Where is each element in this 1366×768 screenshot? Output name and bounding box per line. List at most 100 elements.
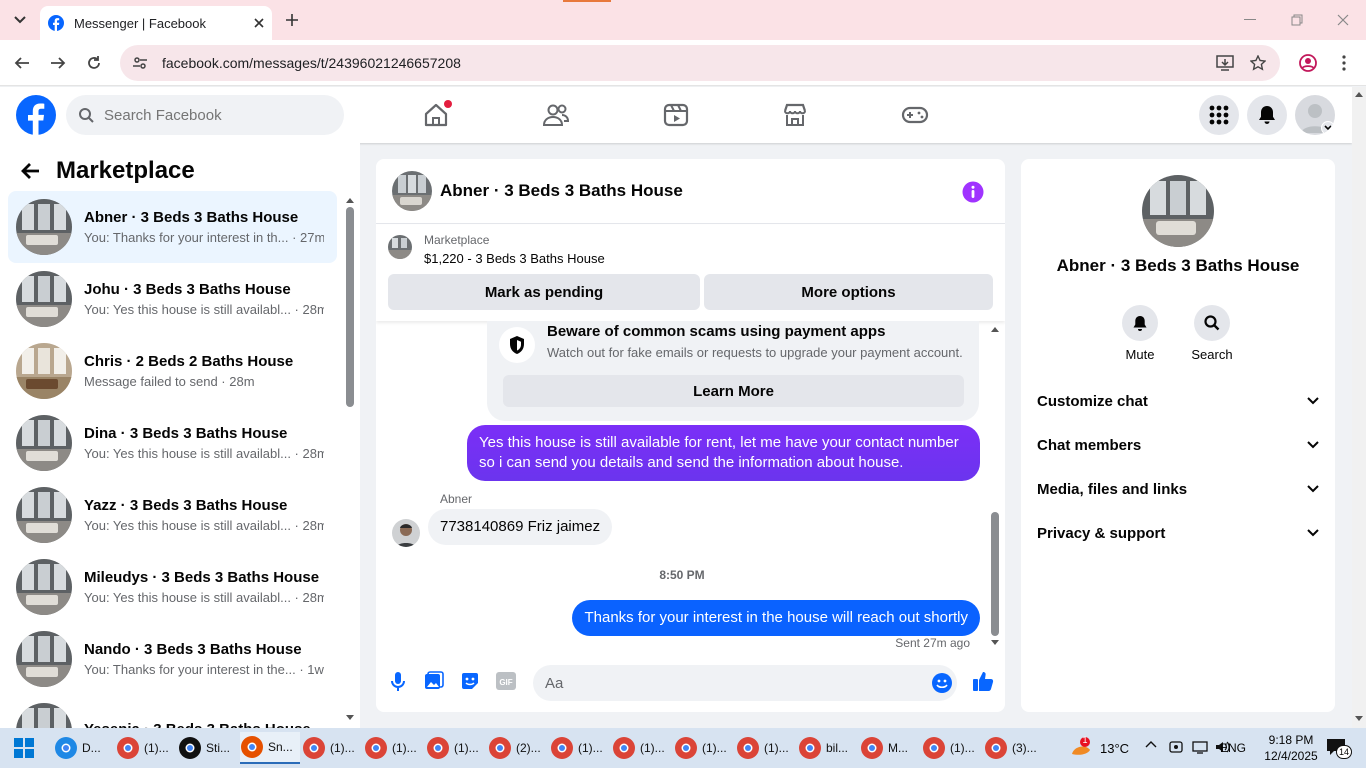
- search-input[interactable]: [104, 106, 304, 124]
- message-timestamp: 8:50 PM: [659, 568, 705, 582]
- listing-title[interactable]: $1,220 - 3 Beds 3 Baths House: [424, 251, 605, 266]
- taskbar-app[interactable]: (1)...: [426, 732, 486, 764]
- sender-name: Abner: [440, 492, 473, 506]
- tab-title: Messenger | Facebook: [74, 15, 206, 31]
- taskbar-app[interactable]: (1)...: [302, 732, 362, 764]
- conversation-item[interactable]: Yesenia · 3 Beds 3 Baths House: [8, 695, 337, 728]
- meet-now-icon[interactable]: [1169, 739, 1183, 755]
- close-window-button[interactable]: [1329, 8, 1357, 32]
- photo-icon[interactable]: [424, 671, 444, 691]
- search-chat-button[interactable]: Search: [1191, 305, 1233, 362]
- chat-thumb[interactable]: [392, 171, 432, 211]
- nav-friends-icon[interactable]: [540, 99, 572, 131]
- learn-more-button[interactable]: Learn More: [503, 375, 964, 407]
- sticker-icon[interactable]: [460, 671, 480, 691]
- conversation-item[interactable]: Johu · 3 Beds 3 Baths House You: Yes this…: [8, 263, 337, 335]
- tab-search-button[interactable]: [8, 8, 32, 32]
- windows-start-icon[interactable]: [14, 738, 34, 758]
- app-label: (1)...: [950, 741, 975, 755]
- message-thread: Beware of common scams using payment app…: [376, 321, 1005, 651]
- thread-scrollbar[interactable]: [990, 324, 1000, 648]
- bookmark-star-icon[interactable]: [1247, 52, 1269, 74]
- taskbar-app[interactable]: (1)...: [736, 732, 796, 764]
- page-scrollbar[interactable]: [1352, 87, 1366, 728]
- minimize-button[interactable]: [1236, 8, 1264, 32]
- panel-section[interactable]: Chat members: [1037, 423, 1319, 467]
- emoji-icon[interactable]: [931, 672, 953, 694]
- incoming-message[interactable]: 7738140869 Friz jaimez: [428, 509, 613, 545]
- taskbar-app[interactable]: D...: [54, 732, 114, 764]
- sender-avatar[interactable]: [392, 519, 420, 547]
- nav-marketplace-icon[interactable]: [779, 99, 811, 131]
- gif-icon[interactable]: GIF: [496, 672, 516, 690]
- browser-tab-bar: Messenger | Facebook: [0, 0, 1366, 40]
- site-settings-icon[interactable]: [132, 55, 148, 71]
- notification-center-icon[interactable]: 14: [1326, 738, 1352, 759]
- back-icon[interactable]: [10, 51, 34, 75]
- conversation-item[interactable]: Mileudys · 3 Beds 3 Baths House You: Yes …: [8, 551, 337, 623]
- message-input[interactable]: Aa: [533, 665, 957, 701]
- profile-icon[interactable]: [1296, 51, 1320, 75]
- listing-thumb[interactable]: [388, 235, 412, 259]
- outgoing-message[interactable]: Yes this house is still available for re…: [467, 425, 980, 481]
- conversation-item[interactable]: Yazz · 3 Beds 3 Baths House You: Yes this…: [8, 479, 337, 551]
- new-tab-button[interactable]: [280, 8, 304, 32]
- network-icon[interactable]: [1192, 740, 1208, 754]
- panel-section[interactable]: Privacy & support: [1037, 511, 1319, 555]
- taskbar-app[interactable]: (1)...: [116, 732, 176, 764]
- conversation-item[interactable]: Nando · 3 Beds 3 Baths House You: Thanks …: [8, 623, 337, 695]
- language-indicator[interactable]: ENG: [1220, 741, 1246, 755]
- conversation-item[interactable]: Chris · 2 Beds 2 Baths House Message fail…: [8, 335, 337, 407]
- nav-home-icon[interactable]: [420, 99, 452, 131]
- nav-video-icon[interactable]: [660, 99, 692, 131]
- taskbar-app[interactable]: (2)...: [488, 732, 548, 764]
- nav-gaming-icon[interactable]: [899, 99, 931, 131]
- weather-temp[interactable]: 13°C: [1100, 741, 1129, 756]
- conversation-item[interactable]: Abner · 3 Beds 3 Baths House You: Thanks …: [8, 191, 337, 263]
- more-options-button[interactable]: More options: [704, 274, 993, 310]
- thumbs-up-icon[interactable]: [972, 670, 994, 692]
- menu-grid-icon[interactable]: [1199, 95, 1239, 135]
- conversation-name: Abner · 3 Beds 3 Baths House: [84, 209, 299, 226]
- restore-button[interactable]: [1283, 8, 1311, 32]
- taskbar-app[interactable]: (1)...: [674, 732, 734, 764]
- taskbar-app[interactable]: (1)...: [364, 732, 424, 764]
- taskbar-app[interactable]: (1)...: [922, 732, 982, 764]
- mute-button[interactable]: Mute: [1120, 305, 1160, 362]
- notifications-bell-icon[interactable]: [1247, 95, 1287, 135]
- chat-title: Abner · 3 Beds 3 Baths House: [440, 181, 683, 200]
- app-icon: [550, 736, 574, 760]
- app-label: bil...: [826, 741, 849, 755]
- reload-icon[interactable]: [82, 51, 106, 75]
- mark-as-pending-button[interactable]: Mark as pending: [388, 274, 700, 310]
- info-icon[interactable]: [962, 181, 984, 203]
- clock[interactable]: 9:18 PM 12/4/2025: [1262, 732, 1320, 764]
- facebook-logo-icon[interactable]: [16, 95, 56, 135]
- taskbar-app[interactable]: (1)...: [550, 732, 610, 764]
- panel-section[interactable]: Customize chat: [1037, 379, 1319, 423]
- browser-tab[interactable]: Messenger | Facebook: [40, 6, 272, 40]
- contact-photo[interactable]: [1142, 175, 1214, 247]
- back-arrow-icon[interactable]: [20, 162, 40, 180]
- address-bar[interactable]: facebook.com/messages/t/2439602124665720…: [120, 45, 1280, 81]
- close-tab-icon[interactable]: [254, 18, 264, 28]
- microphone-icon[interactable]: [388, 671, 408, 693]
- browser-menu-icon[interactable]: [1332, 51, 1356, 75]
- facebook-search[interactable]: [66, 95, 344, 135]
- taskbar-app[interactable]: M...: [860, 732, 920, 764]
- taskbar-app[interactable]: bil...: [798, 732, 858, 764]
- taskbar-app[interactable]: (3)...: [984, 732, 1044, 764]
- install-app-icon[interactable]: [1214, 52, 1236, 74]
- sidebar-scrollbar[interactable]: [346, 195, 354, 725]
- conversation-item[interactable]: Dina · 3 Beds 3 Baths House You: Yes this…: [8, 407, 337, 479]
- outgoing-message[interactable]: Thanks for your interest in the house wi…: [572, 600, 980, 636]
- weather-icon[interactable]: 1: [1068, 735, 1092, 758]
- panel-section[interactable]: Media, files and links: [1037, 467, 1319, 511]
- taskbar-app[interactable]: Sn...: [240, 732, 300, 764]
- chevron-up-icon[interactable]: [1145, 740, 1157, 748]
- forward-icon[interactable]: [46, 51, 70, 75]
- taskbar-app[interactable]: (1)...: [612, 732, 672, 764]
- app-icon: [674, 736, 698, 760]
- account-avatar[interactable]: [1295, 95, 1335, 135]
- taskbar-app[interactable]: Sti...: [178, 732, 238, 764]
